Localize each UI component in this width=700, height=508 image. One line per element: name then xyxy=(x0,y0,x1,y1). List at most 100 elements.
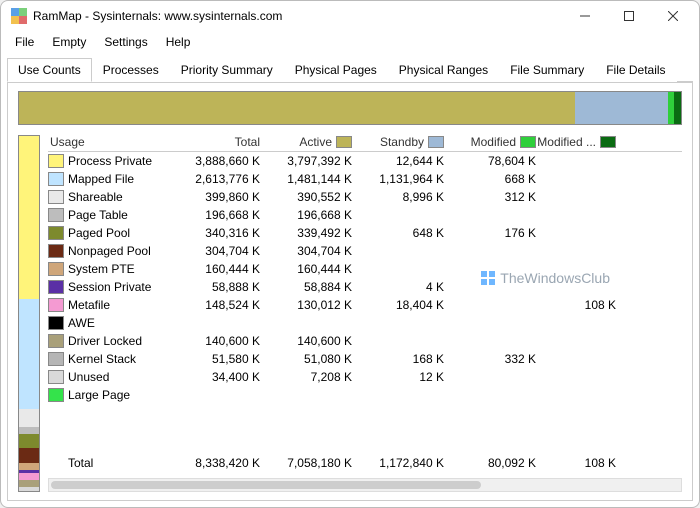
row-modified: 312 K xyxy=(444,190,536,204)
titlebar[interactable]: RamMap - Sysinternals: www.sysinternals.… xyxy=(1,1,699,31)
table-row[interactable]: System PTE160,444 K160,444 K xyxy=(48,260,682,278)
col-modified-nowrite[interactable]: Modified ... xyxy=(536,135,616,149)
row-active: 130,012 K xyxy=(260,298,352,312)
table-row[interactable]: Paged Pool340,316 K339,492 K648 K176 K xyxy=(48,224,682,242)
row-label: Kernel Stack xyxy=(68,352,136,366)
totals-row: Total 8,338,420 K 7,058,180 K 1,172,840 … xyxy=(48,454,682,472)
hbar-segment xyxy=(674,92,681,124)
row-total: 148,524 K xyxy=(168,298,260,312)
grid-header: Usage Total Active Standby Modified Modi… xyxy=(48,135,682,152)
close-button[interactable] xyxy=(651,1,695,31)
totals-label: Total xyxy=(68,456,93,470)
row-swatch-icon xyxy=(48,352,64,366)
table-row[interactable]: Driver Locked140,600 K140,600 K xyxy=(48,332,682,350)
row-label: Session Private xyxy=(68,280,151,294)
scrollbar-thumb[interactable] xyxy=(51,481,481,489)
table-row[interactable]: Process Private3,888,660 K3,797,392 K12,… xyxy=(48,152,682,170)
row-total: 304,704 K xyxy=(168,244,260,258)
menubar: FileEmptySettingsHelp xyxy=(1,31,699,53)
row-total: 160,444 K xyxy=(168,262,260,276)
row-active: 1,481,144 K xyxy=(260,172,352,186)
hbar-segment xyxy=(19,92,575,124)
table-row[interactable]: Shareable399,860 K390,552 K8,996 K312 K xyxy=(48,188,682,206)
minimize-button[interactable] xyxy=(563,1,607,31)
row-modified: 176 K xyxy=(444,226,536,240)
col-usage[interactable]: Usage xyxy=(48,135,168,149)
vbar-segment xyxy=(19,487,39,491)
row-swatch-icon xyxy=(48,280,64,294)
modified-swatch-icon xyxy=(520,136,536,148)
col-standby[interactable]: Standby xyxy=(352,135,444,149)
tab-file-summary[interactable]: File Summary xyxy=(499,58,595,82)
vbar-segment xyxy=(19,463,39,470)
col-active[interactable]: Active xyxy=(260,135,352,149)
row-label: AWE xyxy=(68,316,95,330)
window-controls xyxy=(563,1,695,31)
menu-settings[interactable]: Settings xyxy=(96,33,155,51)
table-row[interactable]: AWE xyxy=(48,314,682,332)
row-label: Unused xyxy=(68,370,109,384)
table-row[interactable]: Session Private58,888 K58,884 K4 K xyxy=(48,278,682,296)
menu-empty[interactable]: Empty xyxy=(44,33,94,51)
usage-type-bar xyxy=(18,135,40,492)
col-total[interactable]: Total xyxy=(168,135,260,149)
row-label: Metafile xyxy=(68,298,110,312)
table-row[interactable]: Mapped File2,613,776 K1,481,144 K1,131,9… xyxy=(48,170,682,188)
horizontal-scrollbar[interactable] xyxy=(48,478,682,492)
row-label: Mapped File xyxy=(68,172,134,186)
table-row[interactable]: Unused 34,400 K7,208 K12 K xyxy=(48,368,682,386)
row-label: Large Page xyxy=(68,388,130,402)
row-active: 196,668 K xyxy=(260,208,352,222)
row-total: 34,400 K xyxy=(168,370,260,384)
menu-file[interactable]: File xyxy=(7,33,42,51)
table-row[interactable]: Page Table196,668 K196,668 K xyxy=(48,206,682,224)
tab-use-counts[interactable]: Use Counts xyxy=(7,58,92,82)
row-total: 51,580 K xyxy=(168,352,260,366)
totals-modified: 80,092 K xyxy=(444,456,536,470)
tab-physical-pages[interactable]: Physical Pages xyxy=(284,58,388,82)
standby-swatch-icon xyxy=(428,136,444,148)
row-label: Shareable xyxy=(68,190,123,204)
row-label: Process Private xyxy=(68,154,152,168)
row-active: 390,552 K xyxy=(260,190,352,204)
row-active: 160,444 K xyxy=(260,262,352,276)
row-label: Paged Pool xyxy=(68,226,130,240)
row-standby: 12 K xyxy=(352,370,444,384)
row-swatch-icon xyxy=(48,154,64,168)
table-row[interactable]: Large Page xyxy=(48,386,682,404)
row-swatch-icon xyxy=(48,172,64,186)
usage-grid: Usage Total Active Standby Modified Modi… xyxy=(48,135,682,492)
row-total: 340,316 K xyxy=(168,226,260,240)
table-row[interactable]: Nonpaged Pool304,704 K304,704 K xyxy=(48,242,682,260)
row-standby: 18,404 K xyxy=(352,298,444,312)
row-standby: 648 K xyxy=(352,226,444,240)
tab-physical-ranges[interactable]: Physical Ranges xyxy=(388,58,499,82)
modified-nowrite-swatch-icon xyxy=(600,136,616,148)
row-active: 140,600 K xyxy=(260,334,352,348)
hbar-segment xyxy=(575,92,668,124)
tab-content: Usage Total Active Standby Modified Modi… xyxy=(7,82,693,501)
tab-file-details[interactable]: File Details xyxy=(595,58,676,82)
col-modified[interactable]: Modified xyxy=(444,135,536,149)
row-swatch-icon xyxy=(48,334,64,348)
tab-priority-summary[interactable]: Priority Summary xyxy=(170,58,284,82)
row-active: 7,208 K xyxy=(260,370,352,384)
row-standby: 12,644 K xyxy=(352,154,444,168)
row-swatch-icon xyxy=(48,298,64,312)
table-row[interactable]: Kernel Stack51,580 K51,080 K168 K332 K xyxy=(48,350,682,368)
vbar-segment xyxy=(19,409,39,427)
table-row[interactable]: Metafile148,524 K130,012 K18,404 K108 K xyxy=(48,296,682,314)
row-swatch-icon xyxy=(48,388,64,402)
menu-help[interactable]: Help xyxy=(158,33,199,51)
row-swatch-icon xyxy=(48,262,64,276)
row-swatch-icon xyxy=(48,244,64,258)
vbar-segment xyxy=(19,448,39,462)
tab-processes[interactable]: Processes xyxy=(92,58,170,82)
row-standby: 1,131,964 K xyxy=(352,172,444,186)
maximize-button[interactable] xyxy=(607,1,651,31)
totals-total: 8,338,420 K xyxy=(168,456,260,470)
row-swatch-icon xyxy=(48,370,64,384)
row-active: 51,080 K xyxy=(260,352,352,366)
row-label: Nonpaged Pool xyxy=(68,244,151,258)
app-window: RamMap - Sysinternals: www.sysinternals.… xyxy=(0,0,700,508)
